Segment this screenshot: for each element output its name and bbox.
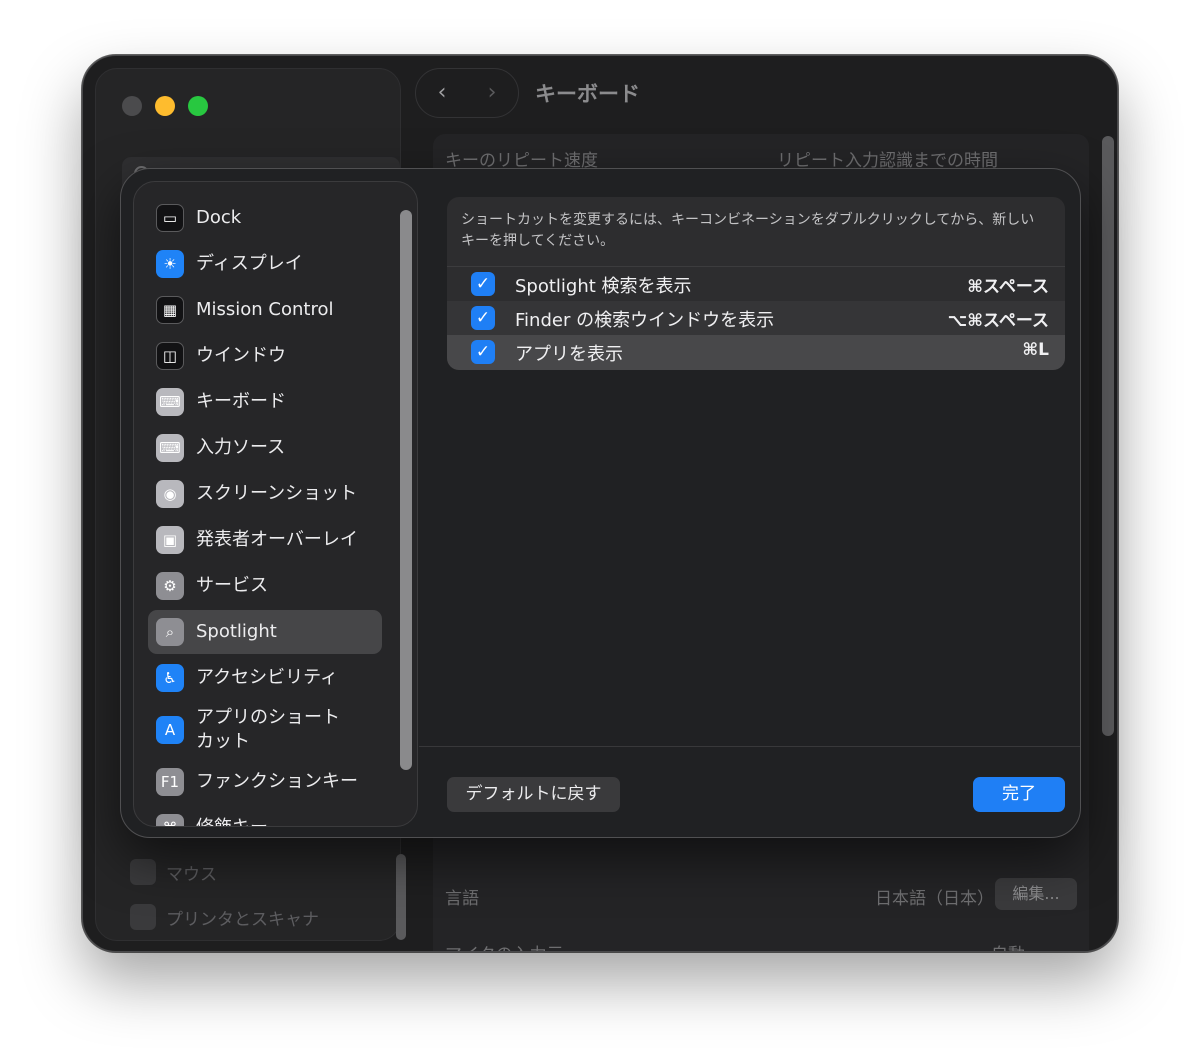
- zoom-button[interactable]: [188, 96, 208, 116]
- printer-icon: [130, 904, 156, 930]
- sidebar-item-modifier-keys[interactable]: ⌘ 修飾キー: [148, 806, 382, 826]
- shortcut-checkbox[interactable]: ✓: [471, 306, 495, 330]
- screenshot-icon: ◉: [156, 480, 184, 508]
- mic-source-value: 自動: [991, 940, 1025, 951]
- shortcut-categories-sidebar: ▭ Dock ☀ ディスプレイ ▦ Mission Control ◫ ウインドウ ⌨ キーボード…: [133, 181, 418, 827]
- shortcut-name: アプリを表示: [515, 344, 623, 365]
- sidebar-item-function-keys[interactable]: F1 ファンクションキー: [148, 760, 382, 804]
- shortcuts-list: ショートカットを変更するには、キーコンビネーションをダブルクリックしてから、新し…: [447, 197, 1065, 370]
- mission-control-icon: ▦: [156, 296, 184, 324]
- sidebar-item-accessibility[interactable]: ♿ アクセシビリティ: [148, 656, 382, 700]
- back-chevron-icon[interactable]: ‹: [430, 82, 454, 106]
- restore-defaults-button[interactable]: デフォルトに戻す: [447, 777, 620, 812]
- sidebar-item-app-shortcuts[interactable]: A アプリのショート カット: [148, 702, 382, 758]
- edit-language-button[interactable]: 編集...: [995, 878, 1077, 910]
- sidebar-item-label: プリンタとスキャナ: [166, 909, 319, 930]
- sidebar-item-label-line: アプリのショート: [196, 707, 340, 728]
- sidebar-item-services[interactable]: ⚙ サービス: [148, 564, 382, 608]
- sidebar-item-label: キーボード: [196, 391, 286, 412]
- shortcut-keys[interactable]: ⌥⌘スペース: [948, 306, 1049, 331]
- sidebar-item-label: 修飾キー: [196, 816, 268, 826]
- shortcut-name: Spotlight 検索を表示: [515, 276, 692, 297]
- shortcut-name: Finder の検索ウインドウを表示: [515, 310, 775, 331]
- done-button[interactable]: 完了: [973, 777, 1065, 812]
- minimize-button[interactable]: [155, 96, 175, 116]
- sidebar-item-presenter-overlay[interactable]: ▣ 発表者オーバーレイ: [148, 518, 382, 562]
- sidebar-item-mouse[interactable]: マウス: [130, 858, 217, 886]
- sidebar-item-input-source[interactable]: ⌨ 入力ソース: [148, 426, 382, 470]
- sidebar-item-screenshot[interactable]: ◉ スクリーンショット: [148, 472, 382, 516]
- sidebar-item-label: 入力ソース: [196, 437, 286, 458]
- shortcut-keys[interactable]: ⌘L: [1022, 340, 1049, 360]
- modifier-keys-icon: ⌘: [156, 814, 184, 826]
- forward-chevron-icon[interactable]: ›: [480, 82, 504, 106]
- sidebar-item-label: ディスプレイ: [196, 253, 303, 274]
- sidebar-item-window[interactable]: ◫ ウインドウ: [148, 334, 382, 378]
- shortcut-keys[interactable]: ⌘スペース: [967, 272, 1049, 297]
- sidebar-item-label: Dock: [196, 207, 242, 228]
- sidebar-scrollbar[interactable]: [396, 854, 406, 940]
- shortcuts-pane: ショートカットを変更するには、キーコンビネーションをダブルクリックしてから、新し…: [419, 169, 1080, 837]
- language-label: 言語: [445, 889, 479, 909]
- shortcut-row[interactable]: ✓ Spotlight 検索を表示 ⌘スペース: [447, 267, 1065, 301]
- sidebar-item-dock[interactable]: ▭ Dock: [148, 196, 382, 240]
- shortcut-checkbox[interactable]: ✓: [471, 272, 495, 296]
- sidebar-item-label-line: カット: [196, 731, 250, 752]
- sidebar-item-label: スクリーンショット: [196, 483, 358, 504]
- shortcut-row[interactable]: ✓ Finder の検索ウインドウを表示 ⌥⌘スペース: [447, 301, 1065, 335]
- window-icon: ◫: [156, 342, 184, 370]
- function-keys-icon: F1: [156, 768, 184, 796]
- mic-source-label: マイクの入力元: [445, 940, 564, 951]
- app-shortcuts-icon: A: [156, 716, 184, 744]
- sidebar-item-label: Mission Control: [196, 299, 334, 320]
- sidebar-item-spotlight[interactable]: ⌕ Spotlight: [148, 610, 382, 654]
- accessibility-icon: ♿: [156, 664, 184, 692]
- input-source-icon: ⌨: [156, 434, 184, 462]
- window-title: キーボード: [535, 82, 640, 106]
- sidebar-item-label: ファンクションキー: [196, 771, 358, 792]
- keyboard-icon: ⌨: [156, 388, 184, 416]
- sidebar-item-label: アプリのショート カット: [196, 706, 340, 754]
- mouse-icon: [130, 859, 156, 885]
- sidebar-scrollbar[interactable]: [400, 210, 412, 770]
- close-button[interactable]: [122, 96, 142, 116]
- shortcut-checkbox[interactable]: ✓: [471, 340, 495, 364]
- sidebar-item-label: サービス: [196, 575, 268, 596]
- language-value: 日本語（日本）: [875, 889, 994, 909]
- sidebar-item-label: アクセシビリティ: [196, 667, 339, 688]
- sidebar-item-label: ウインドウ: [196, 345, 286, 366]
- keyboard-shortcuts-sheet: ▭ Dock ☀ ディスプレイ ▦ Mission Control ◫ ウインドウ ⌨ キーボード…: [120, 168, 1081, 838]
- shortcut-row-selected[interactable]: ✓ アプリを表示 ⌘L: [447, 335, 1065, 370]
- sidebar-item-label: マウス: [166, 864, 217, 885]
- spotlight-icon: ⌕: [156, 618, 184, 646]
- sidebar-item-label: 発表者オーバーレイ: [196, 529, 358, 550]
- navigation-buttons: ‹ ›: [415, 68, 519, 118]
- sidebar-item-keyboard[interactable]: ⌨ キーボード: [148, 380, 382, 424]
- footer-divider: [419, 746, 1080, 747]
- shortcut-instructions: ショートカットを変更するには、キーコンビネーションをダブルクリックしてから、新し…: [461, 212, 1035, 249]
- dock-icon: ▭: [156, 204, 184, 232]
- content-scrollbar[interactable]: [1102, 136, 1114, 736]
- presenter-overlay-icon: ▣: [156, 526, 184, 554]
- services-icon: ⚙: [156, 572, 184, 600]
- display-icon: ☀: [156, 250, 184, 278]
- sidebar-item-printers[interactable]: プリンタとスキャナ: [130, 903, 319, 931]
- sidebar-item-mission-control[interactable]: ▦ Mission Control: [148, 288, 382, 332]
- sidebar-item-label: Spotlight: [196, 621, 277, 642]
- sidebar-item-display[interactable]: ☀ ディスプレイ: [148, 242, 382, 286]
